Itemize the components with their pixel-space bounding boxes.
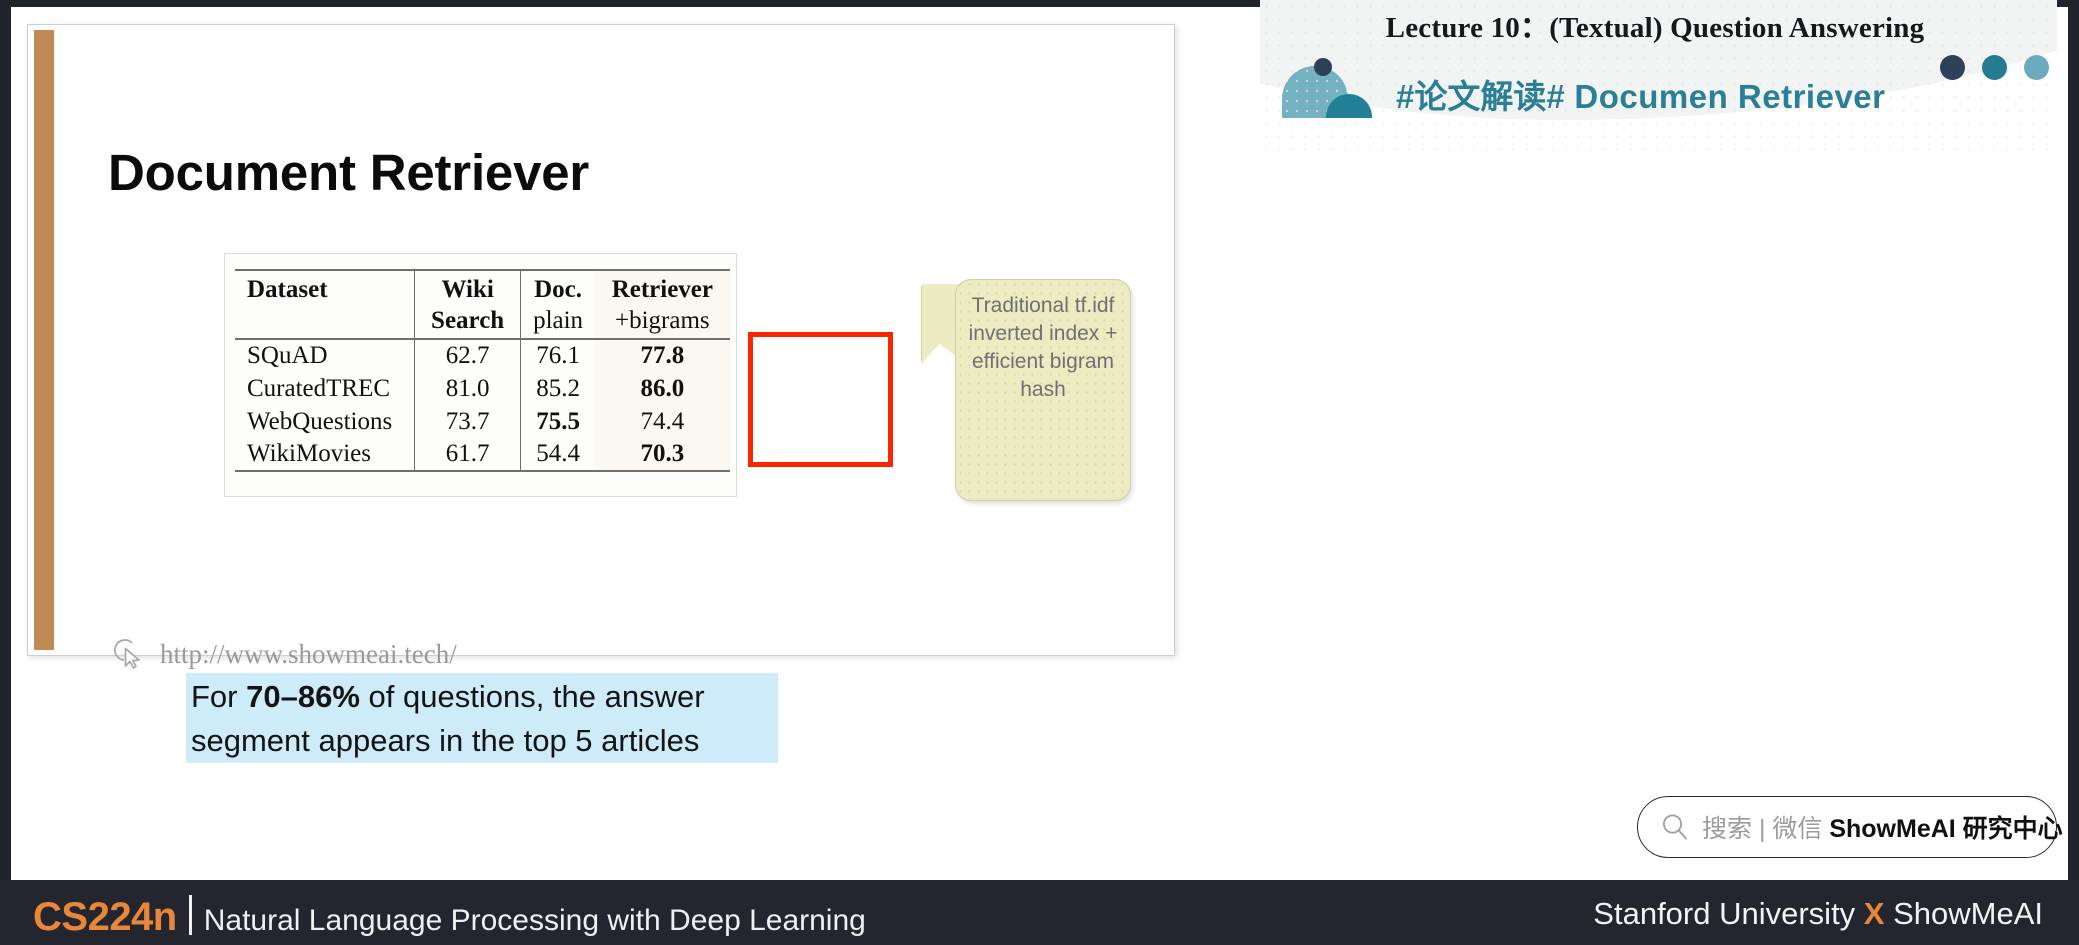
callout-bubble: Traditional tf.idf inverted index + effi… [955,279,1131,501]
header-dataset: Dataset [235,269,415,304]
cell-doc-plain: 75.5 [520,405,595,438]
lecture-title: Lecture 10：(Textual) Question Answering [1385,12,1925,44]
header-wiki: Wiki [413,269,521,304]
cell-doc-plain: 76.1 [520,339,595,372]
footer-bar: CS224n Natural Language Processing with … [0,880,2079,945]
section-title-cn: #论文解读# [1396,78,1565,115]
search-placeholder: 搜索 | 微信 [1702,815,1830,843]
brand-logo-mark [1282,56,1402,118]
highlight-line-2: segment appears in the top 5 articles [191,723,700,758]
header-dot-row [1940,55,2049,80]
cell-wiki-search: 62.7 [413,339,521,372]
cell-doc-bigrams: 70.3 [594,438,730,471]
search-icon [1662,814,1687,840]
search-brand: ShowMeAI 研究中心 [1829,815,2063,843]
footer-divider [188,895,192,935]
header-retriever: Retriever [594,269,730,304]
footer-left: CS224n Natural Language Processing with … [33,890,866,940]
search-box[interactable]: 搜索 | 微信 ShowMeAI 研究中心 [1637,796,2063,858]
table-row: WikiMovies 61.7 54.4 70.3 [235,438,730,471]
header-dot-navy-icon [1940,55,1965,80]
header-bigrams: +bigrams [594,304,730,338]
cell-wiki-search: 61.7 [413,438,521,471]
cell-wiki-search: 73.7 [413,405,521,438]
footer-x-mark: X [1863,896,1885,931]
slide-url-text[interactable]: http://www.showmeai.tech/ [160,639,457,670]
table-row: WebQuestions 73.7 75.5 74.4 [235,405,730,438]
table-header-row-2: Search plain +bigrams [235,304,730,338]
highlight-line-1: For 70–86% of questions, the answer [191,679,705,715]
header-search: Search [413,304,521,338]
header-dot-teal-icon [1982,55,2007,80]
footer-brand: ShowMeAI [1884,896,2043,931]
highlight-textbox: For 70–86% of questions, the answer segm… [186,673,778,763]
cell-doc-bigrams: 77.8 [594,339,730,372]
section-title-en: Documen Retriever [1574,78,1886,115]
highlight-post: of questions, the answer [359,679,705,714]
slide-title: Document Retriever [108,144,590,201]
logo-navy-dot-icon [1314,58,1332,76]
header-dot-lightteal-icon [2024,55,2049,80]
highlight-bold-range: 70–86% [246,679,360,714]
cell-dataset: CuratedTREC [247,374,391,402]
slide-viewer-page: Lecture 10：(Textual) Question Answering … [0,0,2079,945]
cell-dataset: WebQuestions [247,407,393,435]
header-blank [235,304,414,338]
cursor-arrow-icon [114,639,140,669]
footer-right: Stanford University X ShowMeAI [1593,896,2043,932]
header-plain: plain [520,304,595,338]
cell-doc-plain: 85.2 [520,372,595,405]
header-doc: Doc. [520,269,595,304]
table-bottom-rule [235,470,730,473]
highlight-pre: For [191,679,247,714]
table-header-row-1: Dataset Wiki Doc. Retriever [235,269,730,304]
cell-doc-plain: 54.4 [520,438,595,471]
search-label: 搜索 | 微信 ShowMeAI 研究中心 [1702,809,2063,845]
footer-university: Stanford University [1593,896,1864,931]
table-row: CuratedTREC 81.0 85.2 86.0 [235,372,730,405]
cell-wiki-search: 81.0 [413,372,521,405]
slide-url-footer: http://www.showmeai.tech/ [114,637,457,671]
paper-table-figure: Dataset Wiki Doc. Retriever Search plain… [224,253,737,497]
cell-dataset: WikiMovies [247,440,371,467]
course-name: Natural Language Processing with Deep Le… [203,904,866,937]
cell-doc-bigrams: 74.4 [594,405,730,438]
course-code: CS224n [33,895,177,939]
table-row: SQuAD 62.7 76.1 77.8 [235,339,730,372]
cell-doc-bigrams: 86.0 [594,372,730,405]
cell-dataset: SQuAD [247,342,328,369]
results-table: Dataset Wiki Doc. Retriever Search plain… [235,269,730,473]
section-title: #论文解读# Documen Retriever [1396,70,1886,118]
callout-text: Traditional tf.idf inverted index + effi… [968,294,1118,401]
slide-accent-bar [34,30,54,650]
